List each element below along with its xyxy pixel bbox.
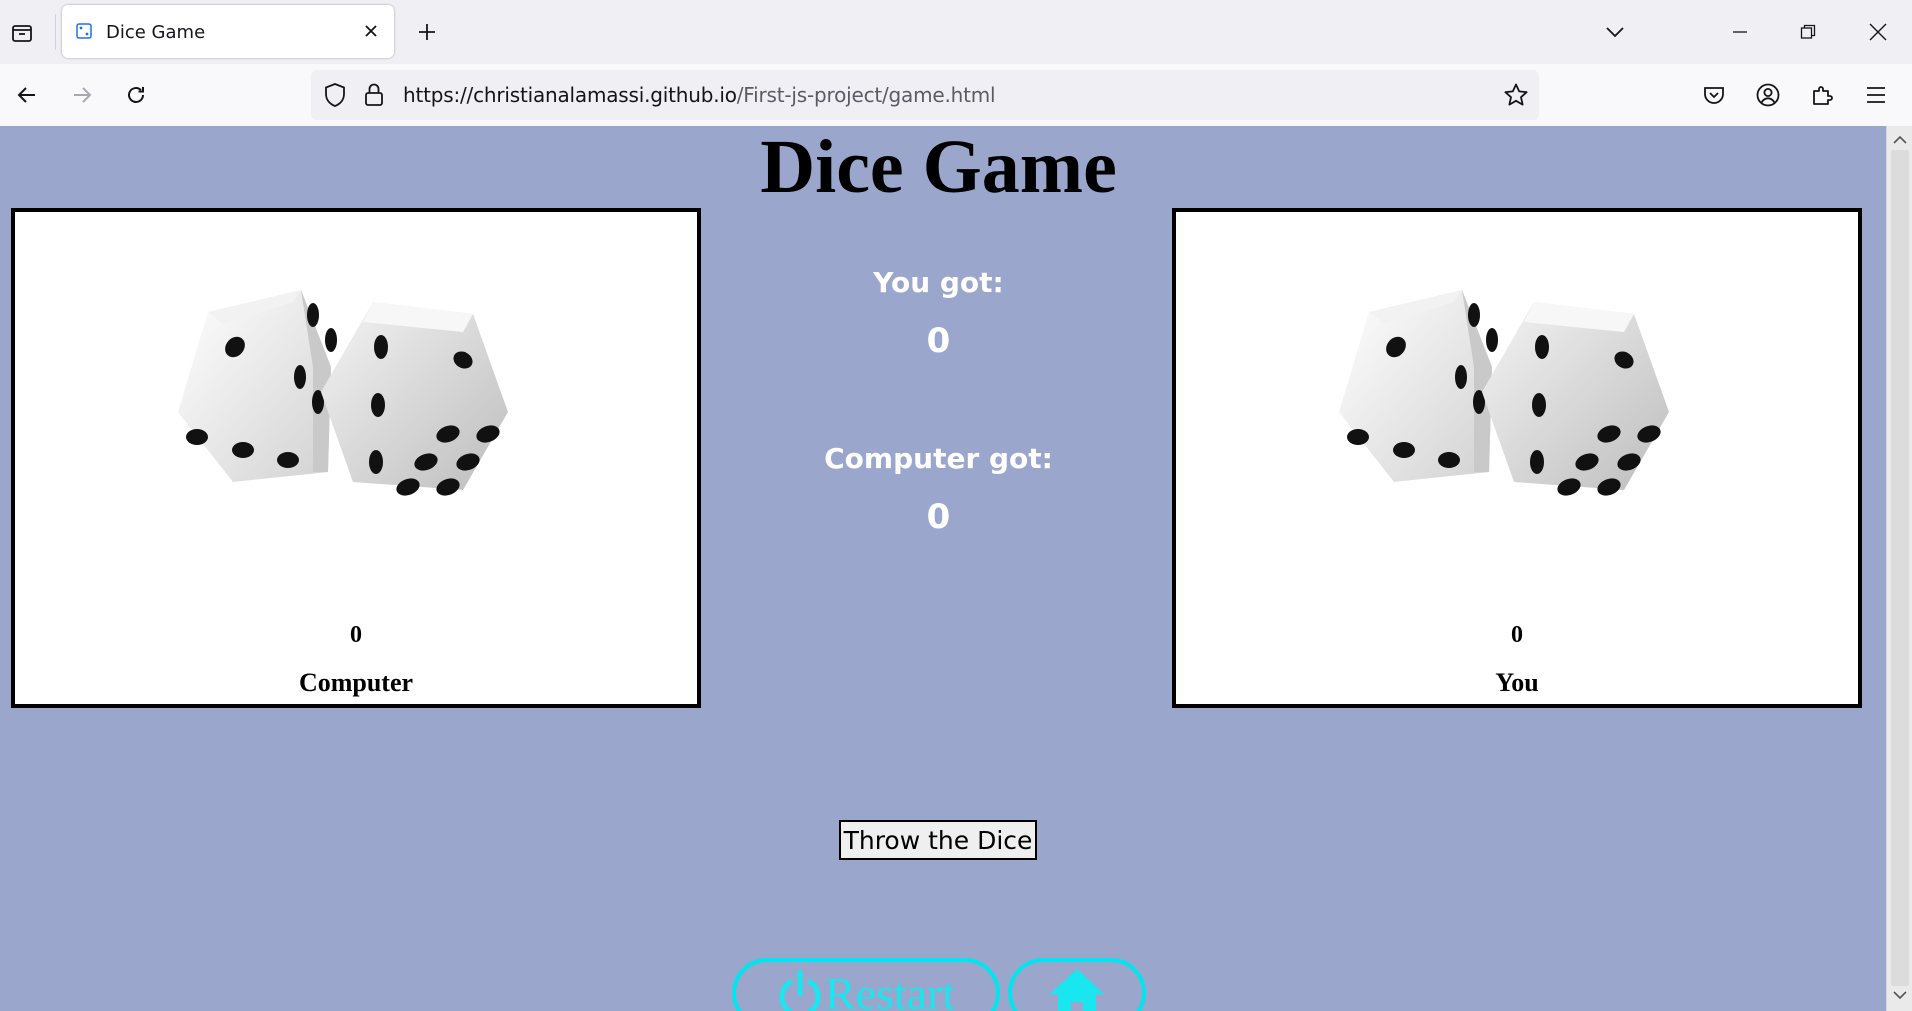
computer-score: 0 xyxy=(350,622,362,648)
tracking-protection-shield-icon[interactable] xyxy=(323,82,347,113)
browser-tab[interactable]: Dice Game xyxy=(62,5,394,58)
tab-separator xyxy=(55,14,56,50)
url-text: https://christianalamassi.github.io/Firs… xyxy=(403,83,996,107)
power-icon xyxy=(777,968,823,1011)
url-path: /First-js-project/game.html xyxy=(736,83,996,107)
you-score: 0 xyxy=(1511,622,1523,648)
throw-dice-button[interactable]: Throw the Dice xyxy=(839,820,1037,860)
scrollbar-thumb[interactable] xyxy=(1891,150,1909,986)
close-tab-icon[interactable] xyxy=(358,18,384,44)
url-host: https://christianalamassi.github.io xyxy=(403,83,737,107)
tab-title: Dice Game xyxy=(106,22,206,43)
tab-bar: Dice Game xyxy=(0,0,1912,64)
page-title: Dice Game xyxy=(760,126,1117,209)
pocket-icon[interactable] xyxy=(1697,78,1731,112)
forward-arrow-icon[interactable] xyxy=(65,78,99,112)
navigation-bar: https://christianalamassi.github.io/Firs… xyxy=(0,64,1912,127)
menu-hamburger-icon[interactable] xyxy=(1859,78,1893,112)
scroll-down-arrow-icon[interactable] xyxy=(1893,987,1907,1005)
firefox-view-icon[interactable] xyxy=(6,17,38,49)
home-button[interactable] xyxy=(1008,958,1146,1011)
bookmark-star-icon[interactable] xyxy=(1503,82,1529,113)
list-all-tabs-icon[interactable] xyxy=(1598,17,1632,47)
back-arrow-icon[interactable] xyxy=(10,78,44,112)
page-content: Dice Game 0 Computer You got: 0 Computer… xyxy=(0,126,1886,1011)
page-scrollbar[interactable] xyxy=(1886,126,1912,1011)
scroll-up-arrow-icon[interactable] xyxy=(1893,132,1907,150)
restore-icon[interactable] xyxy=(1788,12,1828,52)
lock-icon[interactable] xyxy=(363,82,385,113)
extensions-puzzle-icon[interactable] xyxy=(1805,78,1839,112)
computer-label: Computer xyxy=(298,668,414,697)
restart-label: Restart xyxy=(824,967,956,1011)
dice-favicon-icon xyxy=(76,23,92,39)
minimize-icon[interactable] xyxy=(1720,12,1760,52)
you-panel: 0 You xyxy=(1172,208,1862,708)
you-label: You xyxy=(1495,668,1539,697)
close-window-icon[interactable] xyxy=(1858,12,1898,52)
home-icon xyxy=(1047,966,1107,1011)
dice-image xyxy=(1324,272,1724,502)
restart-button[interactable]: Restart xyxy=(732,958,1000,1011)
address-bar[interactable]: https://christianalamassi.github.io/Firs… xyxy=(311,70,1539,120)
new-tab-icon[interactable] xyxy=(412,17,442,47)
account-icon[interactable] xyxy=(1751,78,1785,112)
reload-icon[interactable] xyxy=(119,78,153,112)
